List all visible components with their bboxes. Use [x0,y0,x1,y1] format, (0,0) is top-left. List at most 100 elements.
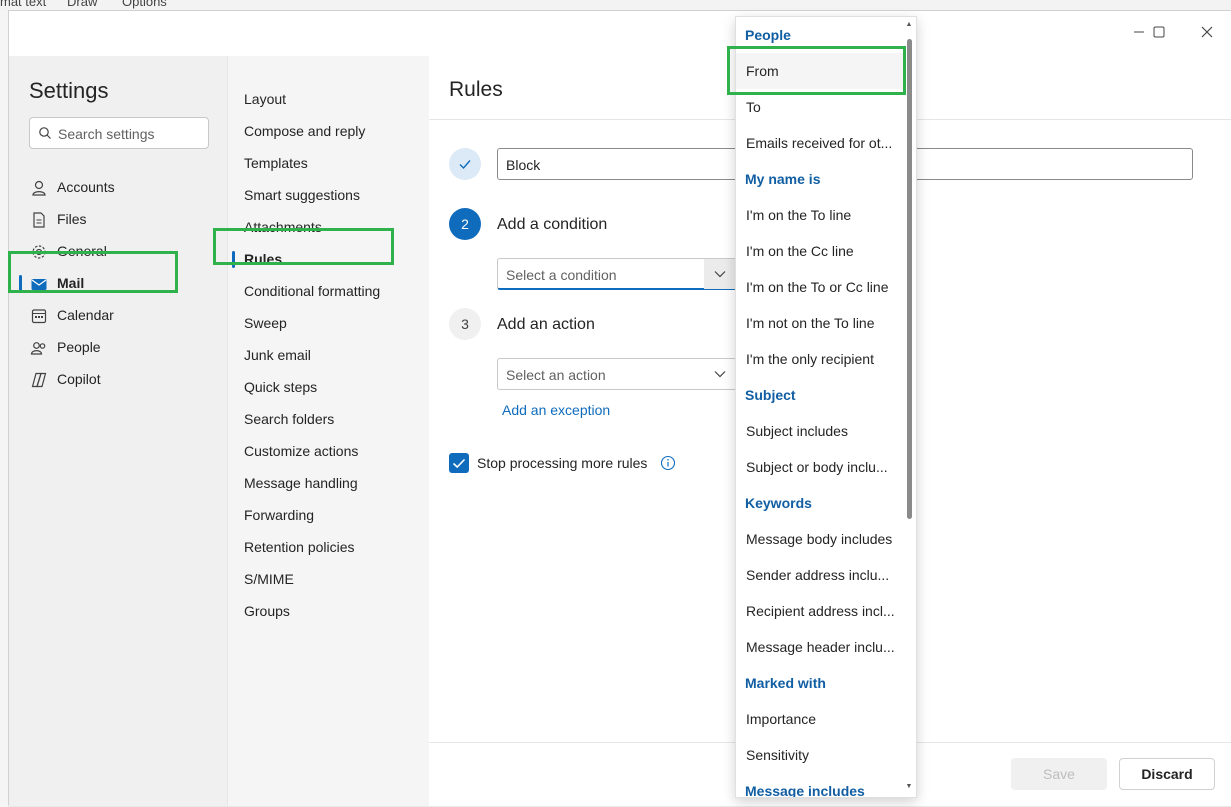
mail-nav-label: Sweep [244,315,287,331]
settings-dialog: Settings Accounts Files General Mail Cal… [8,10,1231,806]
mail-nav-message-handling[interactable]: Message handling [228,467,430,499]
scrollbar-thumb[interactable] [907,39,912,519]
discard-button[interactable]: Discard [1119,758,1215,790]
maximize-button[interactable] [1145,23,1173,47]
option-label: I'm the only recipient [746,351,874,367]
option-label: Message header inclu... [746,639,895,655]
option-label: I'm on the Cc line [746,243,854,259]
condition-option-body-includes[interactable]: Message body includes [736,521,906,557]
nav-item-accounts[interactable]: Accounts [9,171,227,203]
condition-placeholder: Select a condition [506,267,617,283]
mail-nav-compose-and-reply[interactable]: Compose and reply [228,115,430,147]
nav-item-label: Files [57,211,87,227]
option-label: Recipient address incl... [746,603,895,619]
settings-title: Settings [29,78,109,103]
mail-nav-customize-actions[interactable]: Customize actions [228,435,430,467]
close-icon [1201,26,1213,38]
mail-nav-label: Junk email [244,347,311,363]
stop-processing-checkbox[interactable] [449,453,469,473]
copilot-icon [31,372,47,388]
close-button[interactable] [1193,23,1221,47]
condition-dropdown-list[interactable]: People From To Emails received for ot...… [735,16,917,798]
condition-option-on-to-line[interactable]: I'm on the To line [736,197,906,233]
maximize-icon [1153,26,1165,38]
add-exception-link[interactable]: Add an exception [502,402,610,418]
mail-nav-forwarding[interactable]: Forwarding [228,499,430,531]
person-icon [32,180,46,196]
stop-processing-label: Stop processing more rules [477,455,648,471]
step-label: Add an action [497,316,595,333]
save-button[interactable]: Save [1011,758,1107,790]
nav-item-label: Calendar [57,307,114,323]
page-title: Rules [449,78,503,101]
search-input[interactable] [58,124,203,144]
nav-item-files[interactable]: Files [9,203,227,235]
step-label: Add a condition [497,216,608,233]
mail-nav-smime[interactable]: S/MIME [228,563,430,595]
ribbon-tab[interactable]: Draw [67,0,97,9]
option-label: Importance [746,711,817,727]
condition-option-sensitivity[interactable]: Sensitivity [736,737,906,773]
ribbon-tab[interactable]: Options [122,0,167,9]
mail-nav-templates[interactable]: Templates [228,147,430,179]
condition-option-on-cc-line[interactable]: I'm on the Cc line [736,233,906,269]
mail-nav-quick-steps[interactable]: Quick steps [228,371,430,403]
search-settings-box[interactable] [29,117,209,149]
nav-item-calendar[interactable]: Calendar [9,299,227,331]
settings-category-pane: Settings Accounts Files General Mail Cal… [9,56,227,806]
condition-option-recipient-address[interactable]: Recipient address incl... [736,593,906,629]
step-number: 2 [449,208,481,240]
condition-option-importance[interactable]: Importance [736,701,906,737]
condition-option-only-recipient[interactable]: I'm the only recipient [736,341,906,377]
title-bar [9,11,1231,56]
rule-name-value: Block [506,157,541,173]
condition-option-not-on-to-line[interactable]: I'm not on the To line [736,305,906,341]
mail-nav-label: Conditional formatting [244,283,381,299]
option-label: Sensitivity [746,747,810,763]
nav-item-copilot[interactable]: Copilot [9,363,227,395]
ribbon-tab[interactable]: mat text [0,0,46,9]
nav-item-people[interactable]: People [9,331,227,363]
nav-item-label: Copilot [57,371,101,387]
condition-option-emails-received-for[interactable]: Emails received for ot... [736,125,906,161]
mail-nav-conditional-formatting[interactable]: Conditional formatting [228,275,430,307]
mail-nav-retention-policies[interactable]: Retention policies [228,531,430,563]
mail-nav-label: Message handling [244,475,358,491]
mail-nav-junk-email[interactable]: Junk email [228,339,430,371]
mail-nav-label: Customize actions [244,443,359,459]
group-header-label: People [745,27,791,43]
chevron-down-icon [714,371,726,378]
minimize-icon [1134,31,1144,33]
option-label: Emails received for ot... [746,135,893,151]
group-header: Keywords [736,485,906,521]
highlight-box-mail [8,251,178,293]
info-icon[interactable] [660,455,676,471]
mail-nav-layout[interactable]: Layout [228,83,430,115]
group-header-label: Keywords [745,495,812,511]
mail-nav-label: Forwarding [244,507,315,523]
condition-option-sender-address[interactable]: Sender address inclu... [736,557,906,593]
condition-select[interactable]: Select a condition [497,258,737,290]
mail-nav-smart-suggestions[interactable]: Smart suggestions [228,179,430,211]
step-1-complete [449,148,481,180]
condition-option-on-to-or-cc[interactable]: I'm on the To or Cc line [736,269,906,305]
checkmark-icon [452,458,466,469]
condition-option-subject-includes[interactable]: Subject includes [736,413,906,449]
scroll-down-icon[interactable]: ▼ [905,783,913,791]
group-header-label: Message includes [745,783,865,798]
mail-nav-groups[interactable]: Groups [228,595,430,627]
mail-nav-sweep[interactable]: Sweep [228,307,430,339]
condition-option-message-header[interactable]: Message header inclu... [736,629,906,665]
checkmark-icon [459,160,471,170]
scroll-up-icon[interactable]: ▲ [905,21,913,29]
option-label: Sender address inclu... [746,567,890,583]
scrollbar[interactable]: ▲ ▼ [905,17,913,797]
action-select[interactable]: Select an action [497,358,737,390]
action-placeholder: Select an action [506,367,606,383]
people-icon [30,342,46,355]
condition-option-subject-or-body[interactable]: Subject or body inclu... [736,449,906,485]
option-label: Subject or body inclu... [746,459,888,475]
mail-nav-label: S/MIME [244,571,294,587]
background-app-edge [0,10,8,807]
mail-nav-search-folders[interactable]: Search folders [228,403,430,435]
